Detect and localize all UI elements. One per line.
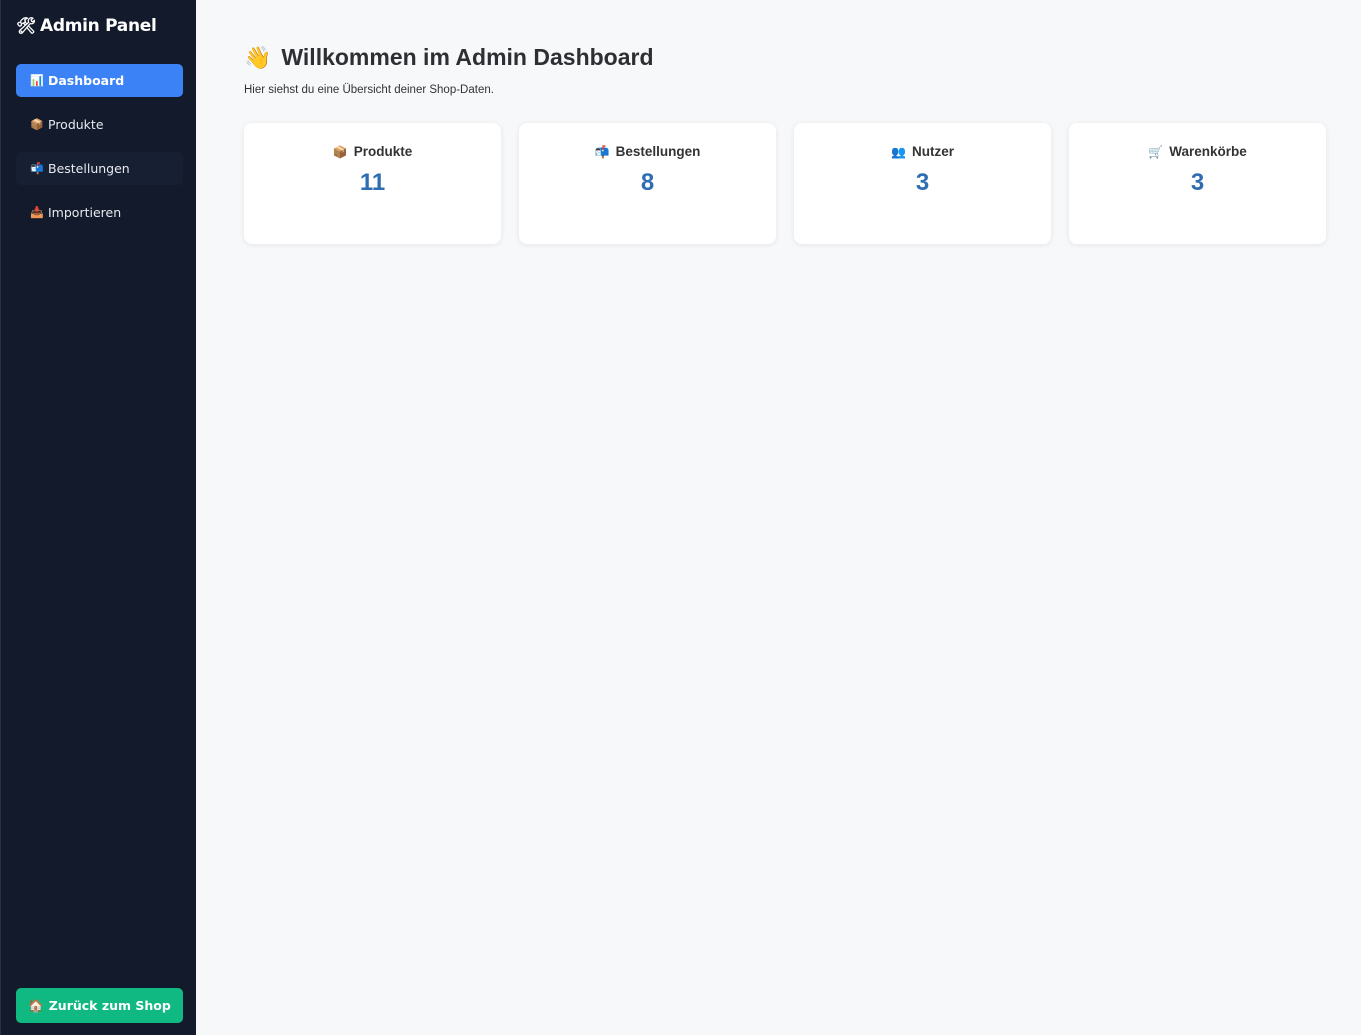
mailbox-icon: 📬 [30, 162, 44, 175]
inbox-tray-icon: 📥 [30, 206, 44, 219]
page-title: 👋 Willkommen im Admin Dashboard [244, 44, 654, 71]
back-to-shop-label: Zurück zum Shop [48, 998, 171, 1013]
main-content: 👋 Willkommen im Admin Dashboard Hier sie… [196, 0, 1361, 1035]
sidebar-item-dashboard[interactable]: 📊 Dashboard [16, 64, 183, 97]
app-layout: 🛠 Admin Panel 📊 Dashboard 📦 Produkte 📬 B… [0, 0, 1361, 1035]
stat-card-label: Bestellungen [615, 144, 701, 159]
page-subtitle: Hier siehst du eine Übersicht deiner Sho… [244, 84, 494, 96]
stat-card-value: 3 [1190, 169, 1205, 196]
house-icon: 🏠 [28, 997, 44, 1013]
stat-card-value: 8 [640, 169, 655, 196]
stat-card-nutzer: 👥 Nutzer 3 [794, 123, 1051, 244]
sidebar-item-label: Produkte [48, 117, 104, 132]
waving-hand-icon: 👋 [244, 44, 272, 70]
tools-icon: 🛠 [16, 16, 37, 35]
stat-card-value: 3 [915, 169, 930, 196]
stat-card-value: 11 [359, 169, 386, 196]
package-icon: 📦 [332, 144, 348, 159]
shopping-cart-icon: 🛒 [1148, 144, 1164, 159]
stat-card-header: 📦 Produkte [244, 144, 501, 159]
stat-card-produkte: 📦 Produkte 11 [244, 123, 501, 244]
package-icon: 📦 [30, 118, 44, 131]
brand-title: Admin Panel [40, 16, 157, 36]
stat-card-label: Warenkörbe [1169, 144, 1247, 159]
sidebar-item-importieren[interactable]: 📥 Importieren [16, 196, 183, 229]
stat-card-header: 👥 Nutzer [794, 144, 1051, 159]
mailbox-icon: 📬 [594, 144, 610, 159]
sidebar-item-label: Bestellungen [48, 161, 130, 176]
sidebar-item-label: Dashboard [48, 73, 125, 88]
sidebar: 🛠 Admin Panel 📊 Dashboard 📦 Produkte 📬 B… [0, 0, 196, 1035]
stat-card-label: Produkte [353, 144, 413, 159]
sidebar-item-label: Importieren [48, 205, 122, 220]
stat-card-header: 📬 Bestellungen [519, 144, 776, 159]
page-title-text: Willkommen im Admin Dashboard [281, 44, 654, 70]
users-icon: 👥 [891, 144, 906, 159]
stats-cards: 📦 Produkte 11 📬 Bestellungen 8 👥 Nutzer … [244, 123, 1326, 244]
stat-card-warenkoerbe: 🛒 Warenkörbe 3 [1069, 123, 1326, 244]
sidebar-item-produkte[interactable]: 📦 Produkte [16, 108, 183, 141]
bar-chart-icon: 📊 [30, 74, 44, 87]
stat-card-label: Nutzer [911, 144, 954, 159]
back-to-shop-button[interactable]: 🏠 Zurück zum Shop [16, 988, 183, 1023]
brand: 🛠 Admin Panel [16, 16, 157, 36]
stat-card-bestellungen: 📬 Bestellungen 8 [519, 123, 776, 244]
sidebar-item-bestellungen[interactable]: 📬 Bestellungen [16, 152, 183, 185]
sidebar-nav: 📊 Dashboard 📦 Produkte 📬 Bestellungen 📥 … [16, 64, 183, 240]
stat-card-header: 🛒 Warenkörbe [1069, 144, 1326, 159]
